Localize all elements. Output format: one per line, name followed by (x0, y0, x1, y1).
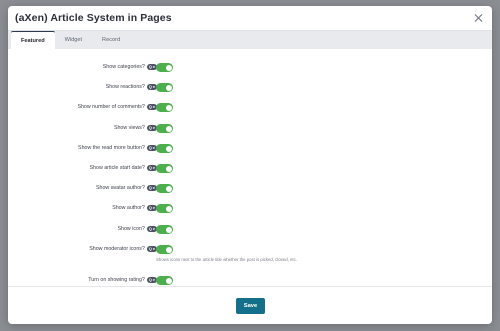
toggle-switch[interactable] (156, 225, 173, 234)
setting-row-categories: Show categories? Q e (8, 63, 492, 75)
setting-label-text: Show reactions? (105, 84, 145, 90)
setting-label: Show avatar author? Q e (96, 185, 157, 191)
tab-record[interactable]: Record (92, 31, 130, 49)
setting-label: Show categories? Q e (103, 64, 157, 70)
save-button[interactable]: Save (236, 298, 265, 314)
setting-label: Show author? Q e (112, 205, 157, 211)
close-icon[interactable] (474, 13, 484, 23)
setting-row-avatar-author: Show avatar author? Q e (8, 184, 492, 196)
setting-label-text: Show number of comments? (77, 104, 145, 110)
setting-label-text: Show views? (113, 125, 145, 131)
modal-title: (aXen) Article System in Pages (15, 12, 172, 24)
setting-label: Show number of comments? Q e (77, 104, 157, 110)
setting-label: Show views? Q e (114, 125, 157, 131)
setting-row-reactions: Show reactions? Q e (8, 83, 492, 95)
toggle-switch[interactable] (156, 83, 173, 92)
setting-row-start-date: Show article start date? Q e (8, 164, 492, 176)
setting-label-text: Show author? (112, 205, 145, 211)
toggle-switch[interactable] (156, 276, 173, 285)
setting-label-text: Show icon? (117, 226, 145, 232)
settings-modal: (aXen) Article System in Pages Featured … (8, 6, 492, 324)
setting-label: Turn on showing rating? Q e (88, 277, 157, 283)
setting-label-text: Show the read more button? (78, 145, 145, 151)
toggle-switch[interactable] (156, 245, 173, 254)
tab-bar: Featured Widget Record (8, 30, 492, 49)
setting-label-text: Show moderator icons? (89, 246, 145, 252)
toggle-switch[interactable] (156, 103, 173, 112)
toggle-switch[interactable] (156, 204, 173, 213)
setting-label: Show article start date? Q e (90, 165, 157, 171)
setting-label: Show icon? Q e (117, 226, 157, 232)
setting-label-text: Show article start date? (89, 165, 145, 171)
setting-label-text: Turn on showing rating? (88, 277, 145, 283)
setting-label: Show reactions? Q e (106, 84, 157, 90)
setting-row-author: Show author? Q e (8, 204, 492, 216)
setting-row-icon: Show icon? Q e (8, 225, 492, 237)
setting-row-moderator-icons: Show moderator icons? Q e Shows icons nex… (8, 245, 492, 262)
setting-row-read-more: Show the read more button? Q e (8, 144, 492, 156)
toggle-switch[interactable] (156, 124, 173, 133)
setting-row-views: Show views? Q e (8, 124, 492, 136)
toggle-switch[interactable] (156, 184, 173, 193)
setting-hint: Shows icons next to the article title wh… (156, 257, 297, 262)
footer-divider (8, 286, 492, 287)
modal-header: (aXen) Article System in Pages (8, 6, 492, 30)
tab-featured[interactable]: Featured (11, 31, 55, 49)
tab-widget[interactable]: Widget (55, 31, 92, 49)
setting-label-text: Show avatar author? (95, 185, 145, 191)
setting-label: Show the read more button? Q e (78, 145, 157, 151)
toggle-switch[interactable] (156, 164, 173, 173)
setting-label-text: Show categories? (102, 64, 145, 70)
toggle-switch[interactable] (156, 63, 173, 72)
toggle-switch[interactable] (156, 144, 173, 153)
settings-form: Show categories? Q e Show reactions? Q e S… (8, 53, 492, 285)
setting-label: Show moderator icons? Q e (89, 246, 157, 252)
setting-row-comments: Show number of comments? Q e (8, 103, 492, 115)
